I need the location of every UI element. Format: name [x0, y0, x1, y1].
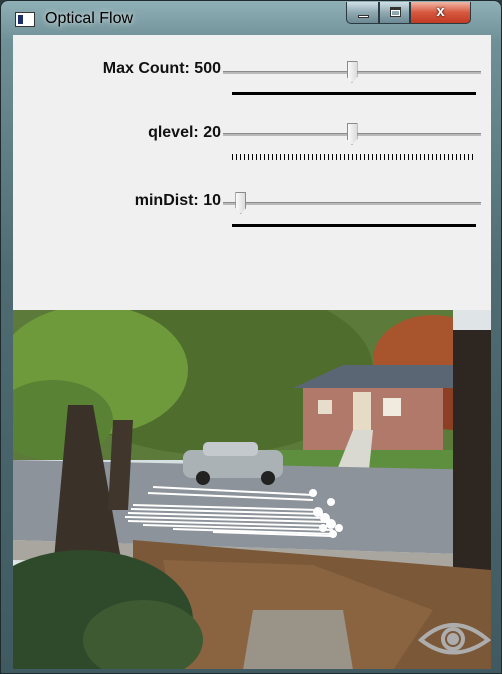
maximize-button[interactable] — [379, 2, 410, 24]
slider-thumb[interactable] — [235, 192, 247, 214]
slider-ticks — [232, 224, 476, 227]
window-app-icon[interactable] — [15, 12, 35, 27]
slider-ticks — [232, 154, 476, 160]
video-frame[interactable] — [13, 310, 491, 669]
trackbar-label: Max Count: 500 — [102, 60, 221, 77]
maximize-icon — [390, 7, 401, 17]
slider-thumb[interactable] — [346, 61, 358, 83]
minimize-icon — [358, 15, 369, 18]
trackbar-max-count: Max Count: 500 — [13, 43, 491, 103]
close-icon: x — [436, 3, 445, 20]
trackbar-label: minDist: 10 — [134, 192, 221, 209]
client-area: Max Count: 500 qlevel: 20 minDist: 10 — [13, 35, 491, 669]
window: Optical Flow x Max Count: 500 qlevel: 20… — [0, 0, 502, 674]
slider-thumb[interactable] — [346, 123, 358, 145]
minimize-button[interactable] — [346, 2, 379, 24]
slider-ticks — [232, 92, 476, 95]
slider-track[interactable] — [223, 202, 481, 205]
title-bar[interactable]: Optical Flow x — [1, 1, 501, 35]
trackbar-label: qlevel: 20 — [148, 124, 221, 141]
trackbar-qlevel: qlevel: 20 — [13, 103, 491, 163]
trackbar-min-dist: minDist: 10 — [13, 172, 491, 232]
close-button[interactable]: x — [410, 2, 471, 24]
window-title: Optical Flow — [45, 10, 134, 27]
camera-image — [13, 310, 491, 669]
